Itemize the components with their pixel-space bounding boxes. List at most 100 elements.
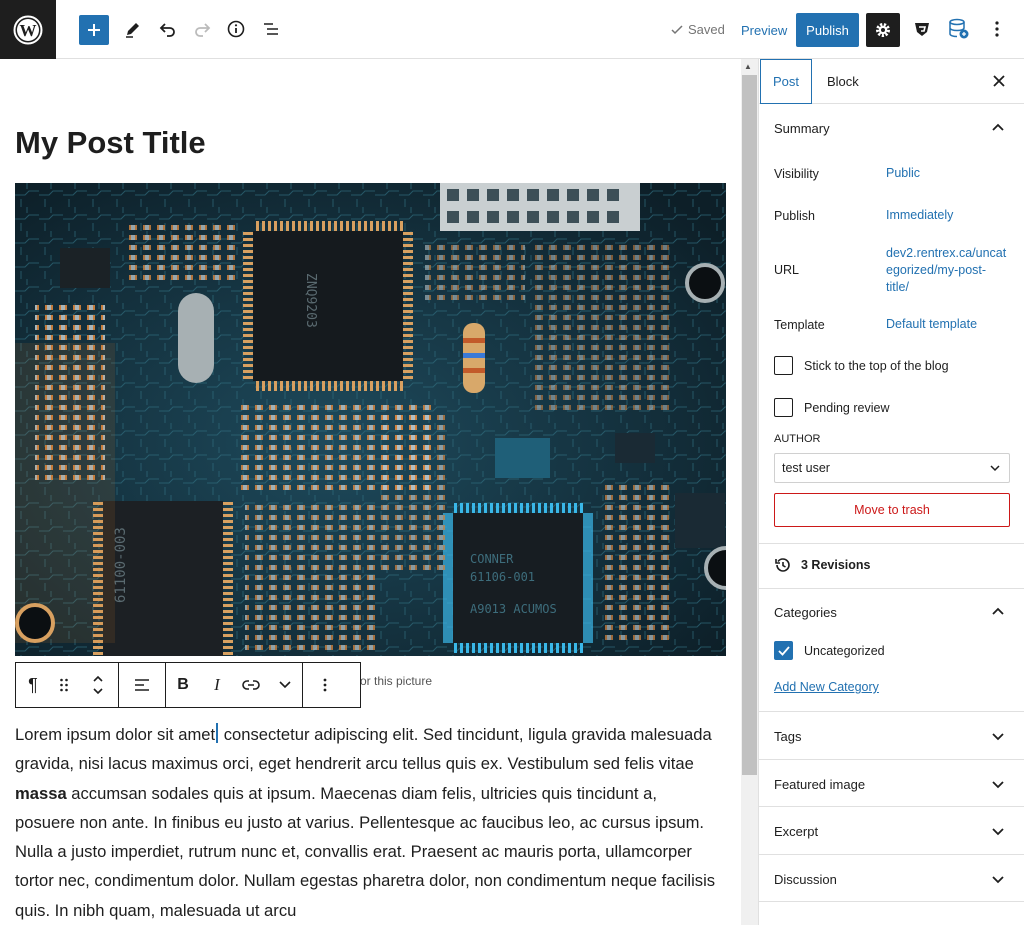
- undo-icon: [159, 23, 175, 37]
- close-sidebar-button[interactable]: [989, 71, 1009, 91]
- categories-collapse-button[interactable]: [991, 604, 1005, 618]
- svg-text:61106-001: 61106-001: [470, 570, 535, 584]
- add-new-category-link[interactable]: Add New Category: [774, 680, 879, 694]
- bold-button[interactable]: B: [166, 663, 200, 707]
- format-group: B I: [166, 663, 303, 707]
- preview-button[interactable]: Preview: [741, 23, 787, 38]
- database-plugin-button[interactable]: [944, 14, 974, 44]
- edit-tools-button[interactable]: [118, 14, 148, 44]
- author-select[interactable]: test user: [774, 453, 1010, 483]
- author-label: AUTHOR: [774, 433, 821, 445]
- visibility-label: Visibility: [774, 167, 819, 181]
- chevron-down-icon: [992, 828, 1004, 836]
- list-view-icon: [264, 23, 278, 35]
- paragraph-text-start: Lorem ipsum dolor sit amet: [15, 725, 216, 744]
- wordpress-logo-button[interactable]: W: [0, 0, 56, 59]
- link-button[interactable]: [234, 663, 268, 707]
- undo-button[interactable]: [153, 14, 183, 44]
- link-icon: [242, 680, 260, 690]
- list-view-button[interactable]: [256, 14, 286, 44]
- details-button[interactable]: [221, 14, 251, 44]
- divider: [759, 901, 1024, 902]
- tags-panel-title[interactable]: Tags: [774, 729, 801, 744]
- more-formats-button[interactable]: [268, 663, 302, 707]
- post-title[interactable]: My Post Title: [15, 125, 206, 161]
- publish-label: Publish: [774, 209, 815, 223]
- pencil-icon: [126, 23, 139, 38]
- add-block-button[interactable]: [79, 15, 109, 45]
- scroll-up-arrow-icon[interactable]: ▲: [744, 62, 752, 71]
- scrollbar-thumb[interactable]: [742, 75, 757, 775]
- visibility-value[interactable]: Public: [886, 165, 920, 182]
- featured-circuit-image[interactable]: ZNQ9203 61100-003 CONNER 61106-001 A9013…: [15, 183, 726, 656]
- uncategorized-label[interactable]: Uncategorized: [804, 644, 885, 658]
- alignment-group: [119, 663, 166, 707]
- check-icon: [671, 24, 683, 34]
- tags-expand-button[interactable]: [991, 730, 1005, 744]
- paragraph-block-button[interactable]: ¶: [16, 663, 50, 707]
- circuit-board-picture: ZNQ9203 61100-003 CONNER 61106-001 A9013…: [15, 183, 726, 656]
- excerpt-panel-title[interactable]: Excerpt: [774, 824, 818, 839]
- text-caret: [216, 723, 219, 743]
- chevron-down-icon: [992, 876, 1004, 884]
- move-to-trash-button[interactable]: Move to trash: [774, 493, 1010, 527]
- stick-to-top-checkbox[interactable]: [774, 356, 793, 375]
- align-button[interactable]: [119, 663, 165, 707]
- tab-block[interactable]: Block: [827, 59, 859, 104]
- summary-panel-title[interactable]: Summary: [774, 121, 830, 136]
- svg-text:W: W: [20, 21, 37, 40]
- publish-date-value[interactable]: Immediately: [886, 207, 953, 224]
- svg-text:ZNQ9203: ZNQ9203: [303, 273, 318, 328]
- divider: [759, 854, 1024, 855]
- featured-image-expand-button[interactable]: [991, 778, 1005, 792]
- discussion-panel-title[interactable]: Discussion: [774, 872, 837, 887]
- divider: [759, 588, 1024, 589]
- paragraph-block[interactable]: Lorem ipsum dolor sit amet consectetur a…: [15, 720, 720, 925]
- discussion-expand-button[interactable]: [991, 873, 1005, 887]
- align-left-icon: [135, 679, 149, 691]
- author-selected-value: test user: [782, 461, 830, 475]
- chevron-down-icon: [992, 781, 1004, 789]
- categories-panel-title[interactable]: Categories: [774, 605, 837, 620]
- summary-collapse-button[interactable]: [991, 120, 1005, 134]
- editor-scrollbar[interactable]: ▲: [741, 59, 758, 925]
- image-caption[interactable]: or this picture: [360, 674, 432, 688]
- saved-status: Saved: [671, 22, 725, 37]
- template-value[interactable]: Default template: [886, 316, 977, 333]
- options-button[interactable]: [982, 14, 1012, 44]
- shield-icon: [915, 23, 929, 36]
- drag-handle[interactable]: [50, 663, 78, 707]
- url-label: URL: [774, 263, 800, 277]
- move-up-down-button[interactable]: [78, 663, 118, 707]
- drag-handle-icon: [60, 678, 68, 692]
- chevron-down-icon: [992, 733, 1004, 741]
- stick-to-top-label[interactable]: Stick to the top of the blog: [804, 359, 949, 373]
- more-vertical-icon: [995, 21, 999, 37]
- editor-canvas: My Post Title ZNQ9203 61100-003 CONNER 6…: [0, 59, 741, 925]
- publish-button[interactable]: Publish: [796, 13, 859, 47]
- pending-review-checkbox[interactable]: [774, 398, 793, 417]
- divider: [759, 806, 1024, 807]
- shield-plugin-button[interactable]: [907, 14, 937, 44]
- url-value[interactable]: dev2.rentrex.ca/uncat egorized/my-post- …: [886, 245, 1006, 296]
- revisions-label: 3 Revisions: [801, 558, 871, 572]
- redo-button[interactable]: [187, 14, 217, 44]
- chevron-up-down-icon: [93, 675, 103, 695]
- block-options-button[interactable]: [303, 663, 347, 707]
- history-icon: [775, 558, 790, 572]
- featured-image-panel-title[interactable]: Featured image: [774, 777, 865, 792]
- database-icon: [949, 18, 969, 39]
- uncategorized-checkbox[interactable]: [774, 641, 793, 660]
- settings-button[interactable]: [866, 13, 900, 47]
- settings-sidebar: Post Block Summary Visibility Public Pub…: [758, 59, 1024, 925]
- pending-review-label[interactable]: Pending review: [804, 401, 889, 415]
- info-icon: [227, 20, 245, 38]
- divider: [759, 543, 1024, 544]
- excerpt-expand-button[interactable]: [991, 825, 1005, 839]
- divider: [759, 711, 1024, 712]
- revisions-link[interactable]: 3 Revisions: [774, 556, 870, 574]
- url-line-1: dev2.rentrex.ca/uncat: [886, 246, 1007, 260]
- italic-button[interactable]: I: [200, 663, 234, 707]
- tab-post[interactable]: Post: [760, 59, 812, 104]
- editor-header: W Saved Preview Publish: [0, 0, 1024, 59]
